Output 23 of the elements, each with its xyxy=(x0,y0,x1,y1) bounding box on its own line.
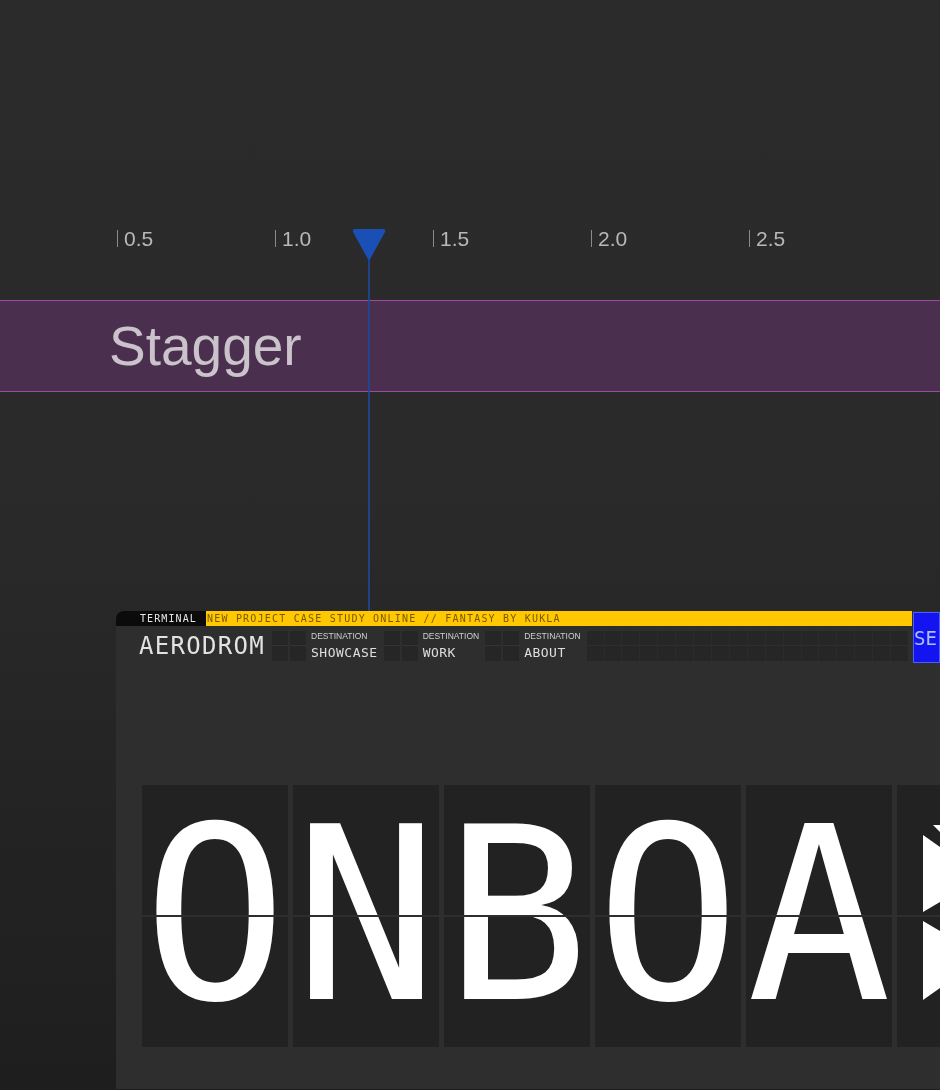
ruler-label: 2.5 xyxy=(749,230,786,247)
flap-letter: A xyxy=(746,796,892,1036)
ruler-label: 1.0 xyxy=(275,230,312,247)
ruler-label: 2.0 xyxy=(591,230,628,247)
flap-letter: O xyxy=(595,796,741,1036)
flap-letter: O xyxy=(142,796,288,1036)
timeline-clip[interactable]: Stagger xyxy=(0,300,940,392)
ruler-label: 1.5 xyxy=(433,230,470,247)
flap-letter: N xyxy=(293,796,439,1036)
destination-link[interactable]: WORK xyxy=(422,645,456,660)
playhead-handle[interactable] xyxy=(352,229,387,611)
ticker-text: NEW PROJECT CASE STUDY ONLINE // FANTASY BY KUKLA xyxy=(207,612,561,625)
destination-link[interactable]: SHOWCASE xyxy=(311,645,378,660)
flap-letter: B xyxy=(444,796,590,1036)
ruler-label: 0.5 xyxy=(117,230,154,247)
brand-logo[interactable]: AERODROM xyxy=(139,632,265,659)
destination-caption: DESTINATION xyxy=(311,631,368,641)
destination-caption: DESTINATION xyxy=(422,631,480,641)
destination-link[interactable]: ABOUT xyxy=(524,645,566,660)
destination-caption: DESTINATION xyxy=(524,631,581,641)
display-text: SE xyxy=(914,627,937,648)
terminal-tag: TERMINAL xyxy=(116,611,206,626)
clip-label: Stagger xyxy=(109,315,302,377)
